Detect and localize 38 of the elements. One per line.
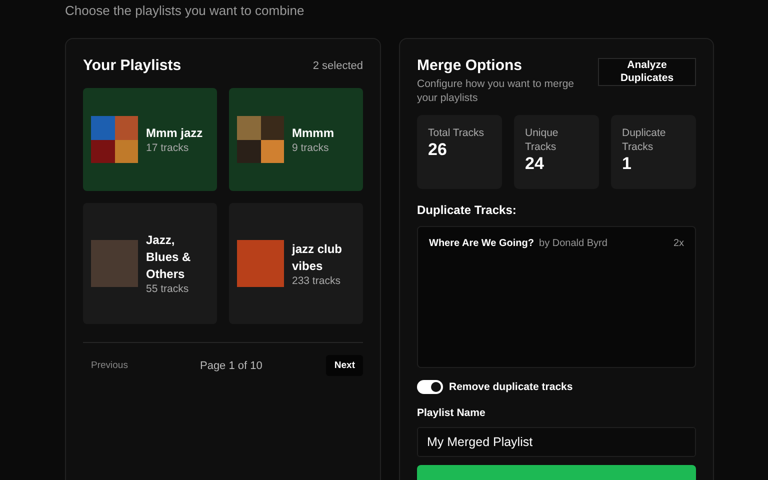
page-indicator: Page 1 of 10: [200, 360, 262, 372]
playlist-name: Mmmm: [292, 125, 334, 142]
panel-description: Configure how you want to merge your playlists: [417, 77, 576, 105]
playlist-card[interactable]: Mmmm 9 tracks: [229, 88, 363, 191]
photo-placeholder: [237, 240, 284, 287]
cover-collage: [91, 116, 138, 163]
stat-value: 24: [525, 154, 545, 174]
analyze-duplicates-button[interactable]: Analyze Duplicates: [598, 58, 696, 86]
track-count: 17 tracks: [146, 142, 190, 154]
duplicate-count: 2x: [673, 238, 684, 249]
track-artist: by Donald Byrd: [539, 238, 608, 249]
playlist-name-input[interactable]: My Merged Playlist: [417, 427, 696, 457]
playlist-card[interactable]: Mmm jazz 17 tracks: [83, 88, 217, 191]
next-button[interactable]: Next: [326, 355, 363, 376]
stat-label: Total Tracks: [428, 126, 486, 140]
track-title: Where Are We Going?: [429, 238, 534, 249]
playlist-card[interactable]: Jazz, Blues & Others 55 tracks: [83, 203, 217, 324]
playlist-name: Mmm jazz: [146, 125, 203, 142]
panel-title: Your Playlists: [83, 57, 182, 74]
selection-count: 2 selected: [312, 60, 363, 72]
playlist-name: jazz club vibes: [292, 240, 344, 274]
playlist-card[interactable]: jazz club vibes 233 tracks: [229, 203, 363, 324]
cover-collage: [237, 116, 284, 163]
field-label: Playlist Name: [417, 407, 486, 419]
track-count: 55 tracks: [146, 283, 190, 295]
track-count: 9 tracks: [292, 142, 330, 154]
track-count: 233 tracks: [292, 274, 342, 286]
stat-label: Unique Tracks: [525, 126, 560, 154]
page-subtitle: Choose the playlists you want to combine: [65, 3, 306, 18]
playlist-name: Jazz, Blues & Others: [146, 232, 192, 283]
stat-label: Duplicate Tracks: [622, 126, 667, 154]
toggle-switch[interactable]: [417, 380, 443, 394]
section-heading: Duplicate Tracks:: [417, 203, 518, 217]
photo-placeholder: [91, 240, 138, 287]
toggle-label: Remove duplicate tracks: [449, 381, 573, 393]
stat-value: 1: [622, 154, 632, 174]
panel-title: Merge Options: [417, 57, 524, 74]
stat-value: 26: [428, 140, 448, 160]
